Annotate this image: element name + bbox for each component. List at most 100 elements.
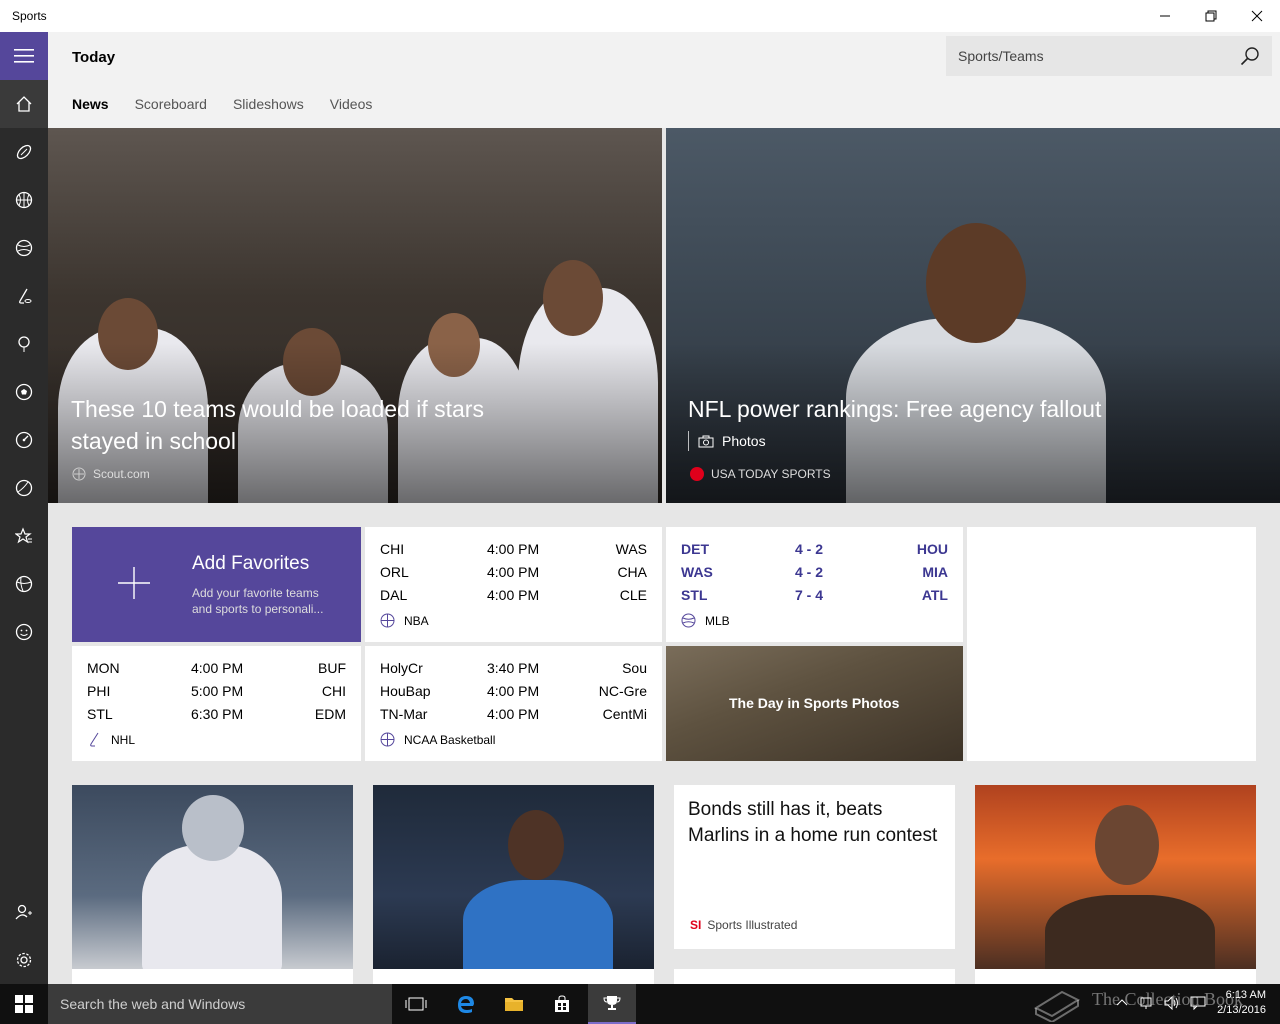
action-center-icon[interactable] (1190, 996, 1206, 1010)
basketball-icon (380, 613, 395, 628)
network-icon[interactable] (1140, 996, 1154, 1010)
close-button[interactable] (1234, 0, 1280, 32)
story-card-bonds[interactable]: Bonds still has it, beats Marlins in a h… (674, 785, 955, 949)
card-source-name: Sports Illustrated (707, 918, 798, 932)
team-home: BUF (318, 660, 346, 676)
store-button[interactable] (538, 984, 586, 1024)
edge-icon (458, 996, 474, 1013)
restore-button[interactable] (1188, 0, 1234, 32)
score-row: DAL 4:00 PM CLE (380, 587, 647, 610)
day-in-sports-photos-tile[interactable]: The Day in Sports Photos (666, 646, 963, 761)
hamburger-button[interactable] (0, 32, 48, 80)
nav-soccer[interactable] (0, 368, 48, 416)
task-view-button[interactable] (392, 984, 440, 1024)
league-label: MLB (681, 613, 730, 628)
league-name: NBA (404, 613, 429, 628)
camera-icon (698, 435, 714, 447)
chevron-up-icon[interactable] (1116, 997, 1128, 1009)
nav-sign-in[interactable] (0, 888, 48, 936)
file-explorer-button[interactable] (490, 984, 538, 1024)
team-home: ATL (921, 587, 948, 603)
team-home: HOU (916, 541, 948, 557)
sports-app-button[interactable] (588, 984, 636, 1024)
taskbar-search-input[interactable]: Search the web and Windows (48, 984, 392, 1024)
league-name: NHL (111, 732, 136, 747)
clock-time: 6:13 AM (1225, 989, 1266, 1001)
book-watermark-icon (1033, 990, 1081, 1022)
score-row: MON 4:00 PM BUF (87, 660, 346, 683)
folder-icon (505, 998, 523, 1011)
nav-tennis[interactable] (0, 464, 48, 512)
volume-icon[interactable] (1164, 996, 1180, 1010)
tennis-icon (15, 479, 33, 497)
taskbar-search-placeholder: Search the web and Windows (60, 996, 246, 1012)
nav-basketball[interactable] (0, 176, 48, 224)
tab-scoreboard[interactable]: Scoreboard (135, 96, 207, 112)
ncaa-scores-tile[interactable]: HolyCr 3:40 PM Sou HouBap 4:00 PM NC-Gre TN-… (365, 646, 662, 761)
tab-news[interactable]: News (72, 96, 109, 112)
mlb-scores-tile[interactable]: DET 4 - 2 HOU WAS 4 - 2 MIA STL 7 - 4 ATL MLB (666, 527, 963, 642)
store-icon (555, 995, 569, 1012)
more-sports-icon (15, 575, 33, 593)
hero-source-name: Scout.com (93, 467, 150, 481)
league-label: NHL (87, 732, 135, 747)
clock-date: 2/13/2016 (1217, 1004, 1266, 1016)
photos-text: Photos (722, 433, 766, 449)
game-time: 3:40 PM (487, 660, 540, 676)
hero-source: USA TODAY SPORTS (690, 467, 831, 481)
score-row: TN-Mar 4:00 PM CentMi (380, 706, 647, 729)
tab-slideshows[interactable]: Slideshows (233, 96, 304, 112)
settings-icon (16, 952, 32, 968)
nav-settings[interactable] (0, 936, 48, 984)
edge-button[interactable] (442, 984, 490, 1024)
nav-home[interactable] (0, 80, 48, 128)
close-icon (1251, 10, 1263, 22)
search-icon[interactable] (1240, 46, 1260, 66)
team-home: CHA (617, 564, 647, 580)
story-card-cowboys[interactable] (72, 785, 353, 970)
team-away: PHI (87, 683, 111, 699)
add-favorites-tile[interactable]: Add Favorites Add your favorite teams an… (72, 527, 361, 642)
start-button[interactable] (0, 984, 48, 1024)
nav-hockey[interactable] (0, 272, 48, 320)
story-card-thunder[interactable] (373, 785, 654, 970)
hero-story-college[interactable]: These 10 teams would be loaded if stars … (48, 128, 662, 503)
nav-more-sports[interactable] (0, 560, 48, 608)
game-score: 4 - 2 (795, 564, 824, 580)
team-home: CentMi (602, 706, 647, 722)
player-head (926, 223, 1026, 343)
card-headline: Bonds still has it, beats Marlins in a h… (688, 799, 938, 846)
nav-favorites[interactable] (0, 512, 48, 560)
player-figure (463, 880, 613, 970)
card-strip (72, 969, 353, 984)
tab-videos[interactable]: Videos (330, 96, 373, 112)
nav-baseball[interactable] (0, 224, 48, 272)
game-time: 4:00 PM (191, 660, 244, 676)
soccer-icon (15, 383, 33, 401)
hockey-icon (19, 288, 32, 304)
story-card-obama[interactable] (975, 785, 1256, 970)
game-time: 4:00 PM (487, 683, 540, 699)
team-home: CHI (321, 683, 346, 699)
nav-fantasy[interactable] (0, 608, 48, 656)
game-time: 5:00 PM (191, 683, 244, 699)
nba-scores-tile[interactable]: CHI 4:00 PM WAS ORL 4:00 PM CHA DAL 4:00 PM CL… (365, 527, 662, 642)
nav-football[interactable] (0, 128, 48, 176)
team-home: CLE (619, 587, 647, 603)
hero-story-nfl[interactable]: NFL power rankings: Free agency fallout … (666, 128, 1280, 503)
helmet-shape (182, 795, 244, 861)
nav-motorsports[interactable] (0, 416, 48, 464)
nav-golf[interactable] (0, 320, 48, 368)
clock[interactable]: 6:13 AM 2/13/2016 (1217, 988, 1266, 1018)
hero-headline: NFL power rankings: Free agency fallout (688, 396, 1102, 422)
nhl-scores-tile[interactable]: MON 4:00 PM BUF PHI 5:00 PM CHI STL 6:30 PM ED… (72, 646, 361, 761)
team-home: NC-Gre (598, 683, 647, 699)
score-row: WAS 4 - 2 MIA (681, 564, 948, 587)
score-row: CHI 4:00 PM WAS (380, 541, 647, 564)
search-input[interactable]: Sports/Teams (946, 36, 1272, 76)
basketball-icon (380, 732, 395, 747)
page-title: Today (72, 49, 116, 66)
minimize-button[interactable] (1142, 0, 1188, 32)
fantasy-icon (15, 623, 33, 641)
score-row: HolyCr 3:40 PM Sou (380, 660, 647, 683)
